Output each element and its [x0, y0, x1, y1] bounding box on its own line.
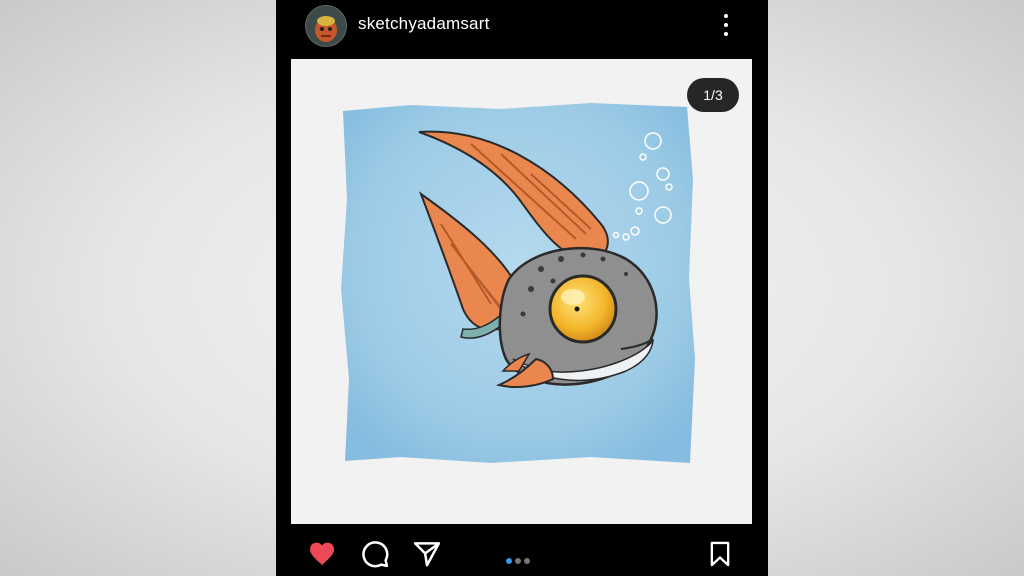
post-actions-bar	[276, 532, 768, 576]
carousel-dot-2	[515, 558, 521, 564]
fish-illustration	[341, 103, 695, 463]
carousel-dot-3	[524, 558, 530, 564]
instagram-post-frame: sketchyadamsart 1/3	[276, 0, 768, 576]
comment-icon[interactable]	[360, 538, 390, 570]
post-header: sketchyadamsart	[276, 0, 768, 50]
post-image[interactable]: 1/3	[291, 59, 752, 524]
more-options-icon[interactable]	[716, 10, 736, 40]
slide-counter: 1/3	[687, 78, 739, 112]
carousel-dot-1	[506, 558, 512, 564]
carousel-indicator	[506, 551, 533, 569]
avatar-image	[306, 6, 346, 46]
username[interactable]: sketchyadamsart	[358, 14, 490, 34]
profile-avatar[interactable]	[305, 5, 347, 47]
like-heart-icon[interactable]	[306, 538, 338, 570]
bookmark-save-icon[interactable]	[706, 538, 734, 570]
send-share-icon[interactable]	[412, 538, 442, 570]
